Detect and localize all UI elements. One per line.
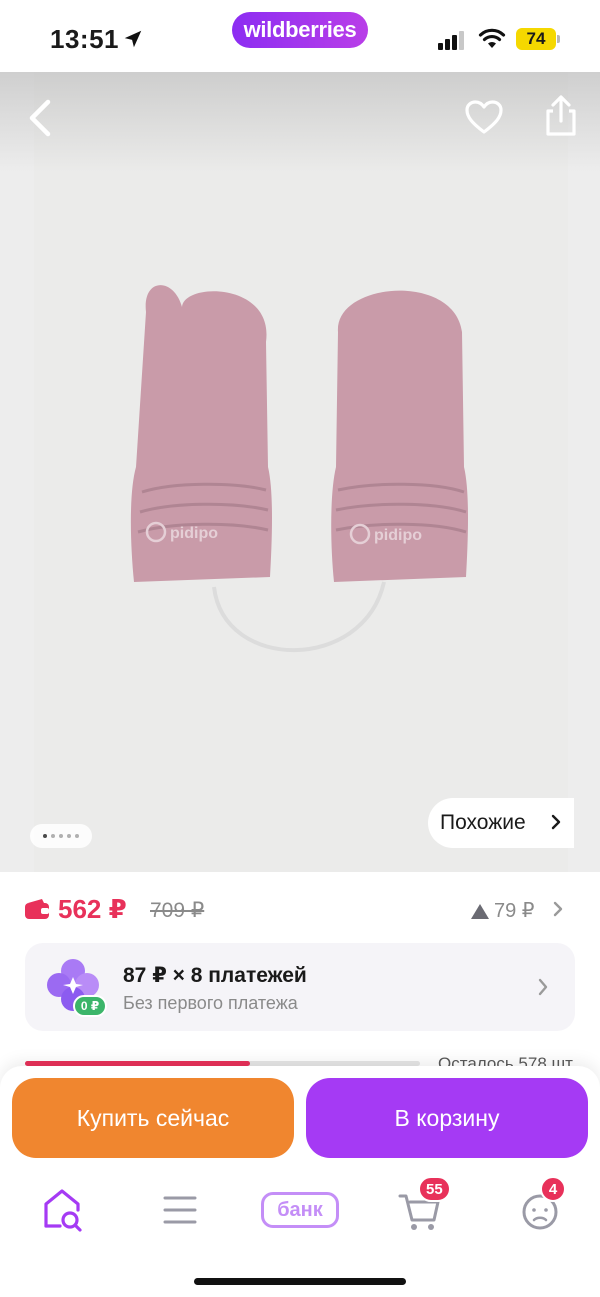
similar-button[interactable]: Похожие [428, 798, 574, 848]
pagination-dot [59, 834, 63, 838]
favorite-heart-icon[interactable] [464, 98, 504, 138]
pagination-dot [51, 834, 55, 838]
tab-catalog[interactable] [150, 1180, 210, 1240]
price-history-button[interactable]: 79 ₽ [470, 898, 535, 923]
product-gallery[interactable]: pidipo pidipo [0, 72, 600, 872]
product-logo-left: pidipo [170, 525, 218, 542]
status-time: 13:51 [50, 24, 119, 54]
chevron-right-icon [538, 978, 548, 996]
status-bar: 13:51 wildberries 74 [0, 0, 600, 72]
product-photo[interactable]: pidipo pidipo [34, 72, 568, 872]
price-up-triangle-icon [471, 903, 489, 919]
zero-fee-badge: 0 ₽ [73, 995, 107, 1017]
installments-card[interactable]: 0 ₽ 87 ₽ × 8 платежей Без первого платеж… [25, 943, 575, 1031]
tab-profile[interactable]: 4 [510, 1176, 570, 1240]
wallet-icon [25, 899, 49, 919]
battery-indicator: 74 [516, 28, 560, 50]
tab-bank[interactable]: банк [261, 1192, 339, 1228]
battery-tip [557, 35, 560, 43]
pagination-dot [67, 834, 71, 838]
chevron-right-icon [551, 814, 561, 830]
price-increase-value: 79 ₽ [494, 900, 535, 922]
tab-bar: банк 55 4 [0, 1176, 600, 1240]
brand-logo: wildberries [232, 12, 368, 48]
current-price: 562 ₽ [58, 894, 127, 924]
location-arrow-icon [124, 30, 142, 48]
battery-level: 74 [516, 28, 556, 50]
similar-label: Похожие [440, 811, 526, 834]
bottom-action-sheet: Купить сейчас В корзину банк 55 4 [0, 1066, 600, 1297]
installments-subtitle: Без первого платежа [123, 993, 298, 1013]
home-indicator [194, 1278, 406, 1285]
tab-cart[interactable]: 55 [390, 1176, 451, 1240]
product-logo-right: pidipo [374, 527, 422, 544]
share-icon[interactable] [540, 94, 582, 138]
chevron-right-icon[interactable] [552, 900, 564, 918]
profile-badge: 4 [540, 1176, 566, 1202]
buy-now-button[interactable]: Купить сейчас [12, 1078, 294, 1158]
cellular-signal-icon [438, 31, 464, 50]
product-image-mittens: pidipo pidipo [130, 285, 468, 653]
pagination-dot [75, 834, 79, 838]
add-to-cart-button[interactable]: В корзину [306, 1078, 588, 1158]
tab-home-search[interactable] [34, 1180, 94, 1240]
price-row: 562 ₽ 709 ₽ 79 ₽ [0, 886, 600, 934]
gallery-pagination [30, 824, 92, 848]
home-search-icon [44, 1189, 82, 1232]
old-price: 709 ₽ [150, 899, 205, 922]
cart-badge: 55 [418, 1176, 451, 1202]
pagination-dot-active [43, 834, 47, 838]
back-arrow-icon[interactable] [22, 96, 58, 140]
menu-icon [163, 1196, 197, 1224]
wifi-icon [478, 28, 506, 48]
installments-title: 87 ₽ × 8 платежей [123, 964, 307, 987]
gallery-top-gradient [0, 72, 600, 172]
